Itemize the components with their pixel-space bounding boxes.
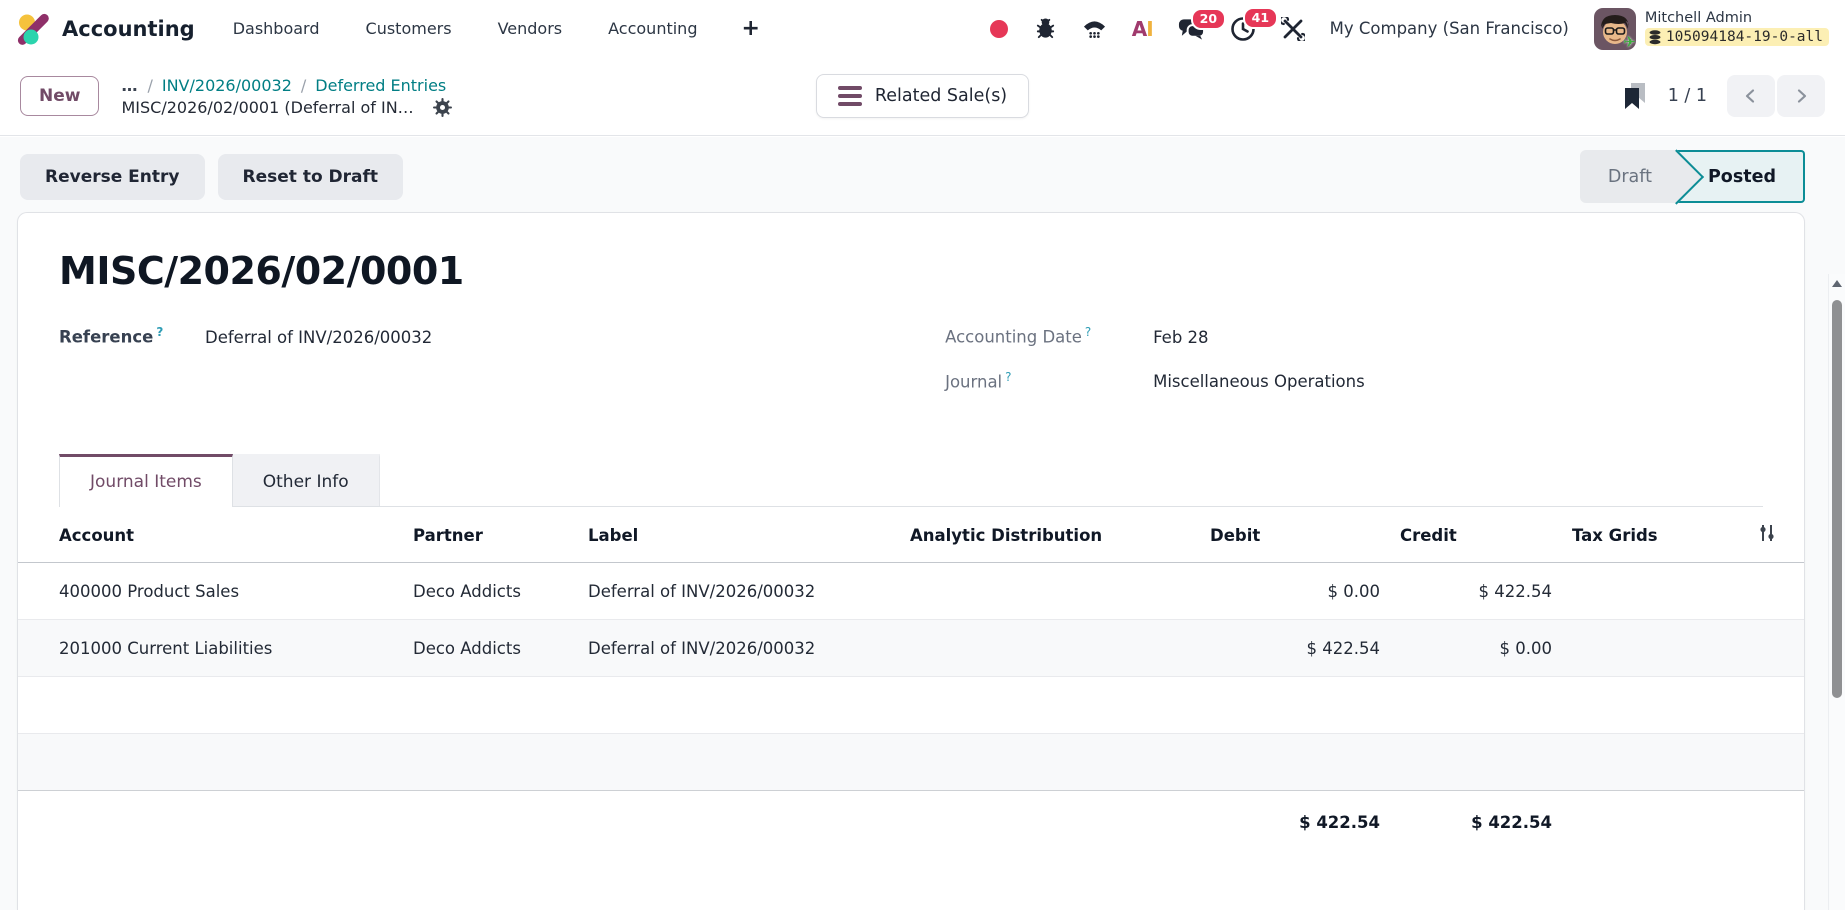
- pager-next-button[interactable]: [1777, 75, 1825, 117]
- cell-credit: $ 422.54: [1390, 563, 1562, 620]
- help-icon: ?: [1005, 370, 1011, 384]
- tab-journal-items[interactable]: Journal Items: [59, 454, 233, 507]
- bug-icon[interactable]: [1034, 17, 1057, 40]
- cell-account: 201000 Current Liabilities: [18, 620, 403, 677]
- column-header-partner[interactable]: Partner: [403, 507, 578, 563]
- menu-item-dashboard[interactable]: Dashboard: [233, 19, 320, 38]
- journal-value[interactable]: Miscellaneous Operations: [1153, 372, 1365, 391]
- tools-icon[interactable]: [1281, 17, 1305, 41]
- tab-other-info[interactable]: Other Info: [233, 454, 380, 506]
- user-menu[interactable]: ✈ Mitchell Admin 105094184-19-0-all: [1594, 8, 1829, 50]
- cell-credit: $ 0.00: [1390, 620, 1562, 677]
- accounting-date-value[interactable]: Feb 28: [1153, 328, 1208, 347]
- field-journal: Journal? Miscellaneous Operations: [945, 370, 1763, 392]
- record-title[interactable]: MISC/2026/02/0001: [59, 249, 1763, 293]
- breadcrumb-ellipsis[interactable]: …: [121, 76, 138, 95]
- reset-to-draft-button[interactable]: Reset to Draft: [218, 154, 404, 200]
- cell-analytic: [900, 620, 1200, 677]
- column-header-label[interactable]: Label: [578, 507, 900, 563]
- total-credit: $ 422.54: [1390, 791, 1562, 863]
- cell-analytic: [900, 563, 1200, 620]
- empty-row: [18, 677, 1804, 734]
- menu-item-accounting[interactable]: Accounting: [608, 19, 697, 38]
- database-badge: 105094184-19-0-all: [1645, 28, 1829, 46]
- breadcrumb: … / INV/2026/00032 / Deferred Entries MI…: [121, 76, 451, 117]
- scroll-up-arrow-icon[interactable]: [1832, 280, 1842, 287]
- cell-label: Deferral of INV/2026/00032: [578, 620, 900, 677]
- activities-badge: 41: [1243, 7, 1278, 29]
- column-header-account[interactable]: Account: [18, 507, 403, 563]
- column-header-credit[interactable]: Credit: [1390, 507, 1562, 563]
- activities-clock-icon[interactable]: 41: [1230, 16, 1256, 42]
- breadcrumb-link-deferred-entries[interactable]: Deferred Entries: [315, 76, 446, 95]
- cell-label: Deferral of INV/2026/00032: [578, 563, 900, 620]
- pager-previous-button[interactable]: [1727, 75, 1775, 117]
- form-view: Reverse Entry Reset to Draft Draft Poste…: [0, 137, 1845, 910]
- list-icon: [838, 86, 862, 106]
- reference-value[interactable]: Deferral of INV/2026/00032: [205, 328, 432, 347]
- table-header-row: Account Partner Label Analytic Distribut…: [18, 507, 1804, 563]
- messages-badge: 20: [1191, 8, 1226, 30]
- totals-row: $ 422.54 $ 422.54: [18, 791, 1804, 863]
- ai-assistant-icon[interactable]: AI: [1132, 17, 1153, 41]
- new-button[interactable]: New: [20, 76, 99, 116]
- total-debit: $ 422.54: [1200, 791, 1390, 863]
- pager-count: 1 / 1: [1668, 86, 1707, 106]
- breadcrumb-link-invoice[interactable]: INV/2026/00032: [162, 76, 292, 95]
- cell-account: 400000 Product Sales: [18, 563, 403, 620]
- status-posted[interactable]: Posted: [1676, 150, 1805, 203]
- cell-debit: $ 422.54: [1200, 620, 1390, 677]
- menu-item-customers[interactable]: Customers: [366, 19, 452, 38]
- notebook-tabs: Journal Items Other Info: [59, 454, 1763, 507]
- control-panel: New … / INV/2026/00032 / Deferred Entrie…: [0, 57, 1845, 136]
- user-name: Mitchell Admin: [1645, 11, 1752, 27]
- help-icon: ?: [1085, 325, 1091, 339]
- plus-menu-icon[interactable]: +: [741, 18, 759, 40]
- chevron-right-icon: [1792, 87, 1810, 105]
- journal-item-row[interactable]: 201000 Current Liabilities Deco Addicts …: [18, 620, 1804, 677]
- database-icon: [1649, 30, 1661, 45]
- journal-item-row[interactable]: 400000 Product Sales Deco Addicts Deferr…: [18, 563, 1804, 620]
- empty-row: [18, 734, 1804, 791]
- gear-actions-icon[interactable]: [433, 98, 452, 117]
- odoo-logo-icon[interactable]: [16, 12, 50, 46]
- journal-items-table: Account Partner Label Analytic Distribut…: [18, 507, 1804, 863]
- column-header-tax-grids[interactable]: Tax Grids: [1562, 507, 1677, 563]
- bookmark-icon[interactable]: [1623, 82, 1648, 110]
- cell-partner: Deco Addicts: [403, 620, 578, 677]
- messages-icon[interactable]: 20: [1178, 17, 1205, 41]
- scrollbar-thumb[interactable]: [1832, 300, 1842, 698]
- vertical-scrollbar[interactable]: [1828, 274, 1845, 910]
- phone-icon[interactable]: [1082, 17, 1107, 40]
- status-bar: Draft Posted: [1580, 150, 1805, 203]
- form-sheet: MISC/2026/02/0001 Reference? Deferral of…: [17, 212, 1805, 910]
- column-settings-icon: [1756, 523, 1778, 543]
- reverse-entry-button[interactable]: Reverse Entry: [20, 154, 205, 200]
- menu-item-vendors[interactable]: Vendors: [498, 19, 563, 38]
- main-menu: Dashboard Customers Vendors Accounting: [233, 19, 698, 38]
- odoo-accounting-app: Accounting Dashboard Customers Vendors A…: [0, 0, 1845, 910]
- app-name[interactable]: Accounting: [62, 17, 195, 41]
- company-switcher[interactable]: My Company (San Francisco): [1330, 19, 1569, 38]
- chevron-left-icon: [1742, 87, 1760, 105]
- related-sales-button[interactable]: Related Sale(s): [816, 74, 1029, 118]
- field-accounting-date: Accounting Date? Feb 28: [945, 325, 1763, 347]
- user-avatar: ✈: [1594, 8, 1636, 50]
- breadcrumb-current: MISC/2026/02/0001 (Deferral of IN…: [121, 98, 413, 117]
- field-reference: Reference? Deferral of INV/2026/00032: [59, 325, 945, 347]
- optional-columns-button[interactable]: [1677, 507, 1804, 563]
- top-navbar: Accounting Dashboard Customers Vendors A…: [0, 0, 1845, 57]
- database-name: 105094184-19-0-all: [1666, 29, 1823, 45]
- column-header-analytic[interactable]: Analytic Distribution: [900, 507, 1200, 563]
- cell-debit: $ 0.00: [1200, 563, 1390, 620]
- travel-plane-icon: ✈: [1623, 33, 1636, 50]
- help-icon: ?: [156, 325, 163, 339]
- cell-partner: Deco Addicts: [403, 563, 578, 620]
- column-header-debit[interactable]: Debit: [1200, 507, 1390, 563]
- record-indicator-icon[interactable]: [989, 19, 1009, 39]
